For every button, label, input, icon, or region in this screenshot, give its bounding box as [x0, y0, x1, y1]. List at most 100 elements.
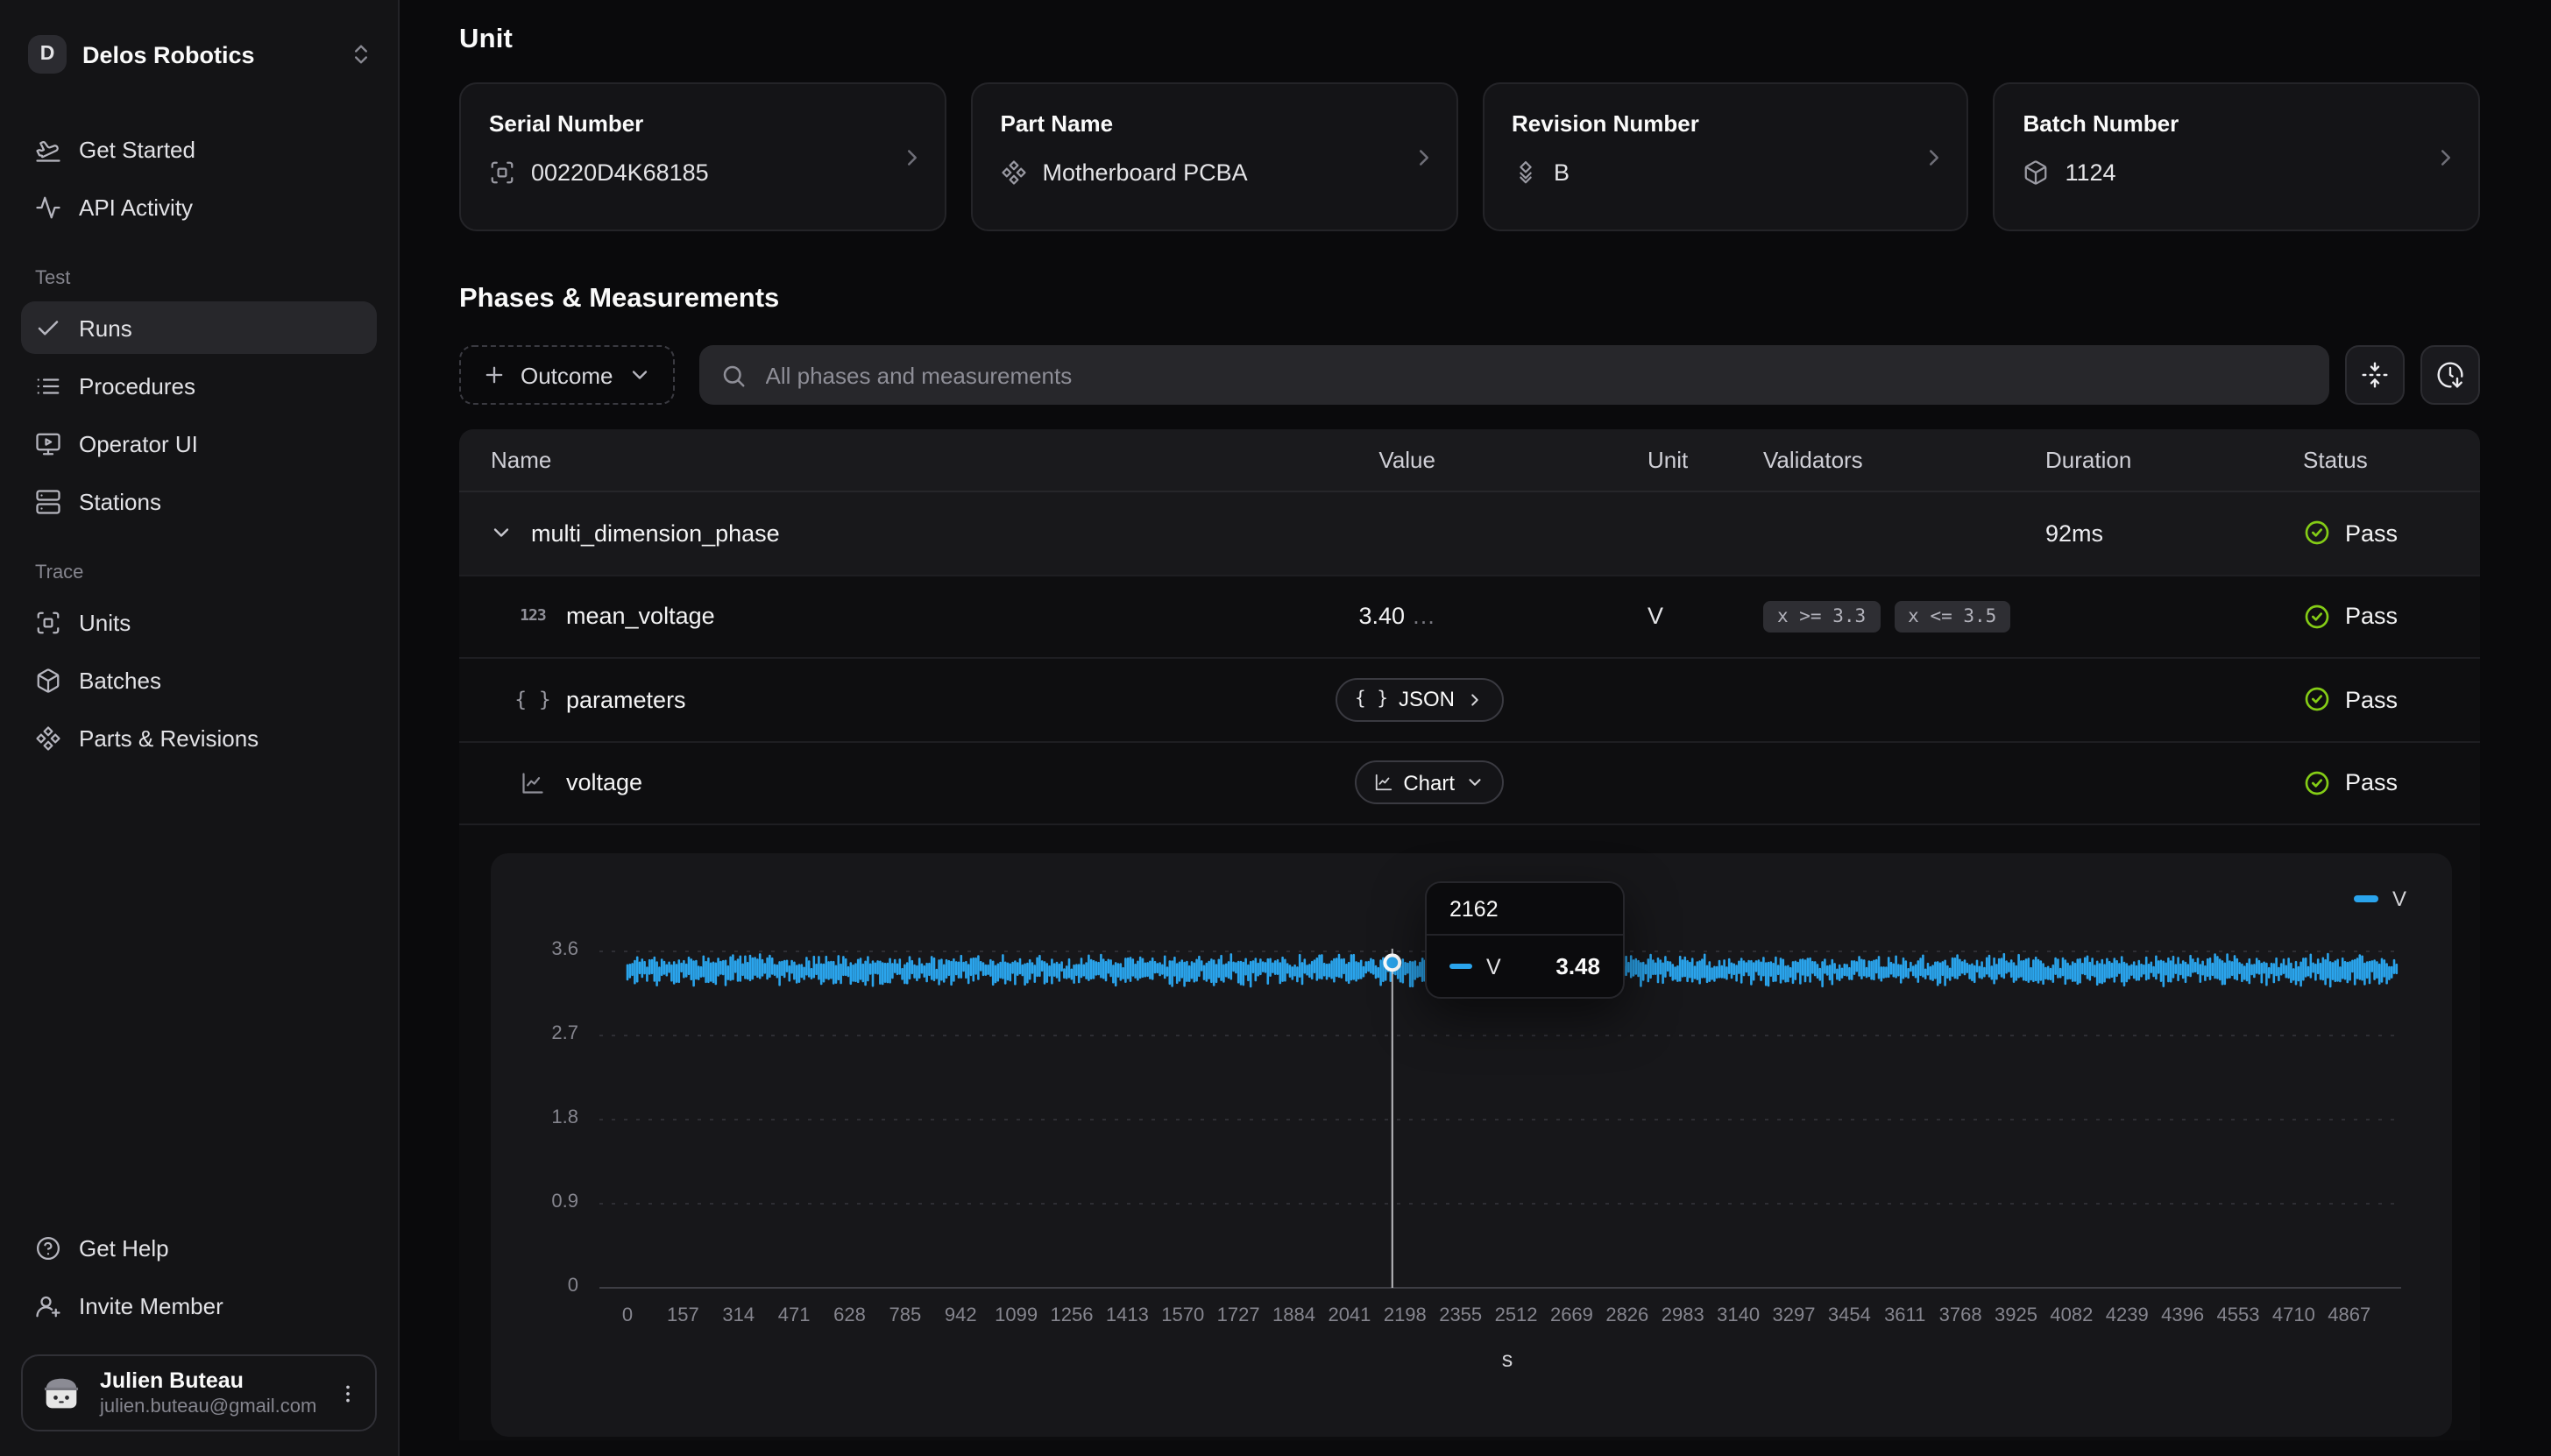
- avatar: [39, 1370, 84, 1416]
- sidebar-section-trace: Trace: [0, 562, 398, 583]
- y-tick-label: 0: [491, 1276, 578, 1297]
- sidebar-item-units[interactable]: Units: [21, 596, 377, 648]
- x-tick-label: 1413: [1106, 1305, 1149, 1326]
- measurement-name-cell: voltage: [459, 770, 1225, 796]
- serial-number-card[interactable]: Serial Number 00220D4K68185: [459, 82, 946, 231]
- sidebar-item-procedures[interactable]: Procedures: [21, 359, 377, 412]
- sidebar-spacer: [0, 769, 398, 1221]
- chart-value-button[interactable]: Chart: [1354, 761, 1504, 805]
- search-bar[interactable]: [699, 345, 2330, 405]
- profile-meta: Julien Buteau julien.buteau@gmail.com: [100, 1368, 321, 1417]
- sidebar-item-runs[interactable]: Runs: [21, 301, 377, 354]
- sidebar-item-parts-revisions[interactable]: Parts & Revisions: [21, 711, 377, 764]
- chart-tooltip: 2162 V 3.48: [1425, 881, 1625, 999]
- sidebar-item-invite-member[interactable]: Invite Member: [21, 1279, 377, 1332]
- page-title: Unit: [459, 25, 2480, 56]
- x-axis-unit-label: s: [1502, 1347, 1513, 1372]
- unit-cards: Serial Number 00220D4K68185 Part Name Mo…: [459, 82, 2480, 231]
- circle-check-icon: [2303, 686, 2331, 714]
- sidebar-item-operator-ui[interactable]: Operator UI: [21, 417, 377, 470]
- json-value-button[interactable]: { } JSON: [1336, 678, 1504, 722]
- profile-email: julien.buteau@gmail.com: [100, 1396, 321, 1417]
- table-row-parameters[interactable]: { } parameters { } JSON Pass: [459, 657, 2480, 740]
- phases-toolbar: Outcome: [459, 345, 2480, 405]
- x-tick-label: 1727: [1217, 1305, 1260, 1326]
- chevron-right-icon: [1922, 144, 1948, 170]
- part-name-card[interactable]: Part Name Motherboard PCBA: [971, 82, 1458, 231]
- x-tick-label: 471: [778, 1305, 811, 1326]
- sidebar-item-label: Get Help: [79, 1234, 169, 1261]
- sidebar-item-api-activity[interactable]: API Activity: [21, 180, 377, 233]
- voltage-chart-panel[interactable]: 00.91.82.73.6 01573144716287859421099125…: [491, 853, 2452, 1437]
- component-icon: [35, 724, 61, 751]
- sidebar-item-label: Stations: [79, 488, 161, 514]
- x-tick-label: 314: [722, 1305, 755, 1326]
- chart-legend: V: [2354, 887, 2406, 911]
- tooltip-x-value: 2162: [1427, 883, 1623, 936]
- outcome-filter-button[interactable]: Outcome: [459, 345, 675, 405]
- chevron-down-icon[interactable]: [489, 521, 514, 546]
- phase-duration: 92ms: [2045, 520, 2303, 547]
- sidebar-item-stations[interactable]: Stations: [21, 475, 377, 527]
- x-tick-label: 4867: [2328, 1305, 2370, 1326]
- braces-icon: { }: [1355, 689, 1388, 710]
- x-tick-label: 1256: [1051, 1305, 1094, 1326]
- kebab-menu-icon[interactable]: [337, 1382, 359, 1404]
- batch-number-card[interactable]: Batch Number 1124: [1994, 82, 2481, 231]
- x-tick-label: 4710: [2272, 1305, 2315, 1326]
- scan-icon: [489, 159, 515, 186]
- user-profile-card[interactable]: Julien Buteau julien.buteau@gmail.com: [21, 1354, 377, 1431]
- workspace-switcher[interactable]: D Delos Robotics: [0, 21, 398, 84]
- table-row-mean-voltage[interactable]: 123 mean_voltage 3.40 … V x >= 3.3 x <= …: [459, 574, 2480, 657]
- status-label: Pass: [2345, 687, 2398, 713]
- measurement-value-cell: { } JSON: [1225, 678, 1435, 722]
- sidebar-item-label: Batches: [79, 667, 161, 693]
- status-label: Pass: [2345, 770, 2398, 796]
- batch-number-value: 1124: [2066, 159, 2116, 186]
- sidebar-item-batches[interactable]: Batches: [21, 654, 377, 706]
- sidebar-item-label: Operator UI: [79, 430, 198, 456]
- column-header-value: Value: [1225, 447, 1435, 473]
- status-label: Pass: [2345, 520, 2398, 547]
- workspace-avatar: D: [28, 35, 67, 74]
- table-row-voltage[interactable]: voltage Chart Pass: [459, 740, 2480, 823]
- json-button-label: JSON: [1399, 688, 1455, 712]
- sidebar-nav-test: Runs Procedures Operator UI Stations: [0, 301, 398, 533]
- chart-line-icon: [1373, 774, 1392, 793]
- measurement-value-cell: 3.40 …: [1225, 604, 1435, 630]
- chevron-right-icon: [2433, 144, 2459, 170]
- column-header-duration: Duration: [2045, 447, 2303, 473]
- card-value: Motherboard PCBA: [1001, 159, 1428, 186]
- collapse-all-button[interactable]: [2345, 345, 2405, 405]
- column-header-validators: Validators: [1763, 447, 2045, 473]
- measurement-name: voltage: [566, 770, 642, 796]
- validator-chip: x <= 3.5: [1894, 601, 2010, 633]
- x-tick-label: 4082: [2050, 1305, 2093, 1326]
- x-tick-label: 3297: [1772, 1305, 1815, 1326]
- fold-vertical-icon: [2361, 361, 2389, 389]
- sidebar-item-label: API Activity: [79, 194, 193, 220]
- sidebar-item-label: Runs: [79, 315, 132, 341]
- table-row-phase[interactable]: multi_dimension_phase 92ms Pass: [459, 491, 2480, 574]
- table-header-row: Name Value Unit Validators Duration Stat…: [459, 429, 2480, 491]
- measurement-value-cell: Chart: [1225, 761, 1435, 805]
- x-tick-label: 1884: [1272, 1305, 1315, 1326]
- x-tick-label: 3140: [1717, 1305, 1760, 1326]
- tooltip-series-row: V 3.48: [1427, 936, 1623, 997]
- sidebar-item-get-started[interactable]: Get Started: [21, 123, 377, 175]
- sidebar-nav-top: Get Started API Activity: [0, 123, 398, 238]
- search-input[interactable]: [762, 360, 2309, 390]
- help-circle-icon: [35, 1234, 61, 1261]
- card-value: 1124: [2023, 159, 2451, 186]
- history-button[interactable]: [2420, 345, 2480, 405]
- phases-table: Name Value Unit Validators Duration Stat…: [459, 429, 2480, 1440]
- x-tick-label: 4553: [2217, 1305, 2260, 1326]
- card-value: 00220D4K68185: [489, 159, 917, 186]
- status-cell: Pass: [2303, 769, 2478, 797]
- main-content: Unit Serial Number 00220D4K68185 Part Na…: [400, 0, 2551, 1456]
- x-tick-label: 0: [622, 1305, 633, 1326]
- measurement-name: mean_voltage: [566, 604, 715, 630]
- list-icon: [35, 372, 61, 399]
- revision-number-card[interactable]: Revision Number B: [1482, 82, 1969, 231]
- sidebar-item-get-help[interactable]: Get Help: [21, 1221, 377, 1274]
